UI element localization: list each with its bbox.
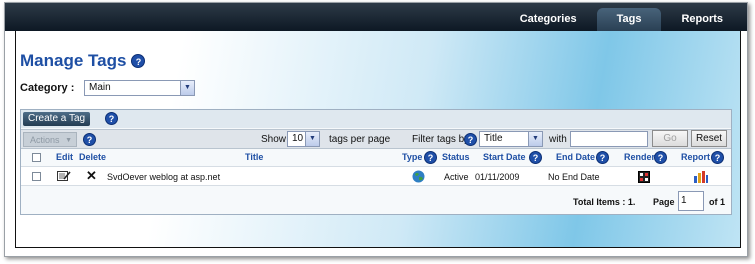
help-icon[interactable]: ?: [131, 54, 146, 68]
category-select-value: Main: [89, 82, 111, 93]
help-icon[interactable]: ?: [711, 151, 724, 164]
tab-tags[interactable]: Tags: [596, 8, 662, 31]
chevron-down-icon: ▼: [65, 137, 72, 144]
total-items-label: Total Items : 1.: [573, 197, 636, 207]
help-icon[interactable]: ?: [654, 151, 667, 164]
help-icon[interactable]: ?: [424, 151, 437, 164]
row-checkbox[interactable]: [32, 172, 41, 181]
page-number-input[interactable]: 1: [678, 191, 704, 211]
row-status: Active: [444, 172, 469, 182]
content-area: Manage Tags ? Category : Main ▼ Create a…: [15, 31, 741, 248]
globe-icon: [412, 170, 425, 185]
main-tabs: Categories Tags Reports: [504, 8, 739, 31]
row-title[interactable]: SvdOever weblog at asp.net: [107, 172, 220, 182]
page-label: Page: [653, 197, 675, 207]
header-type[interactable]: Type: [402, 152, 422, 162]
header-delete: Delete: [79, 152, 107, 162]
row-end-date: No End Date: [548, 172, 600, 182]
filter-field-value: Title: [484, 133, 503, 144]
reset-button[interactable]: Reset: [691, 130, 727, 147]
top-navigation-bar: Categories Tags Reports: [5, 3, 747, 31]
with-label: with: [549, 134, 567, 145]
bar-chart-icon[interactable]: [693, 170, 709, 185]
help-icon[interactable]: ?: [83, 133, 96, 146]
header-status[interactable]: Status: [442, 152, 470, 162]
create-toolbar: Create a Tag ?: [21, 110, 731, 128]
edit-icon[interactable]: [57, 170, 71, 184]
filter-label: Filter tags by: [412, 134, 470, 145]
table-header: Edit Delete Title Type ? Status Start Da…: [21, 151, 731, 165]
chevron-down-icon: ▼: [180, 81, 194, 95]
per-page-value: 10: [292, 133, 304, 144]
page-number-value: 1: [681, 195, 687, 206]
per-page-select[interactable]: 10 ▼: [287, 131, 320, 147]
filter-field-select[interactable]: Title ▼: [479, 131, 543, 147]
category-select[interactable]: Main ▼: [84, 80, 195, 96]
render-icon[interactable]: [638, 171, 650, 185]
help-icon[interactable]: ?: [464, 133, 477, 146]
header-edit: Edit: [56, 152, 73, 162]
help-icon[interactable]: ?: [596, 151, 609, 164]
row-start-date: 01/11/2009: [475, 172, 520, 182]
help-icon[interactable]: ?: [105, 112, 118, 125]
actions-label: Actions: [30, 135, 60, 145]
tab-categories[interactable]: Categories: [504, 8, 593, 31]
per-page-suffix: tags per page: [329, 134, 391, 145]
header-end-date[interactable]: End Date: [556, 152, 595, 162]
header-render: Render: [624, 152, 656, 162]
list-toolbar: Actions ▼ ? Show 10 ▼ tags per page Filt…: [21, 129, 731, 149]
help-icon[interactable]: ?: [529, 151, 542, 164]
pagination-footer: Total Items : 1. Page 1 of 1: [21, 189, 731, 214]
go-button[interactable]: Go: [652, 130, 688, 147]
page-title-text: Manage Tags: [20, 51, 127, 70]
tab-reports[interactable]: Reports: [665, 8, 739, 31]
header-start-date[interactable]: Start Date: [483, 152, 526, 162]
category-label: Category :: [20, 82, 75, 94]
chevron-down-icon: ▼: [528, 132, 542, 146]
tags-panel: Create a Tag ? Actions ▼ ? Show 10 ▼ tag…: [20, 109, 732, 215]
actions-dropdown[interactable]: Actions ▼: [23, 132, 77, 147]
page-of-label: of 1: [709, 197, 726, 207]
table-row: ✕ SvdOever weblog at asp.net Active 01/1…: [21, 166, 731, 186]
chevron-down-icon: ▼: [305, 132, 319, 146]
header-title[interactable]: Title: [245, 152, 263, 162]
show-label: Show: [261, 134, 287, 145]
create-tag-button[interactable]: Create a Tag: [23, 112, 91, 126]
header-report: Report: [681, 152, 710, 162]
page-title: Manage Tags ?: [20, 51, 146, 71]
delete-icon[interactable]: ✕: [86, 169, 97, 182]
select-all-checkbox[interactable]: [32, 153, 41, 162]
filter-search-input[interactable]: [570, 131, 648, 147]
window-frame: Categories Tags Reports Manage Tags ? Ca…: [4, 2, 748, 257]
